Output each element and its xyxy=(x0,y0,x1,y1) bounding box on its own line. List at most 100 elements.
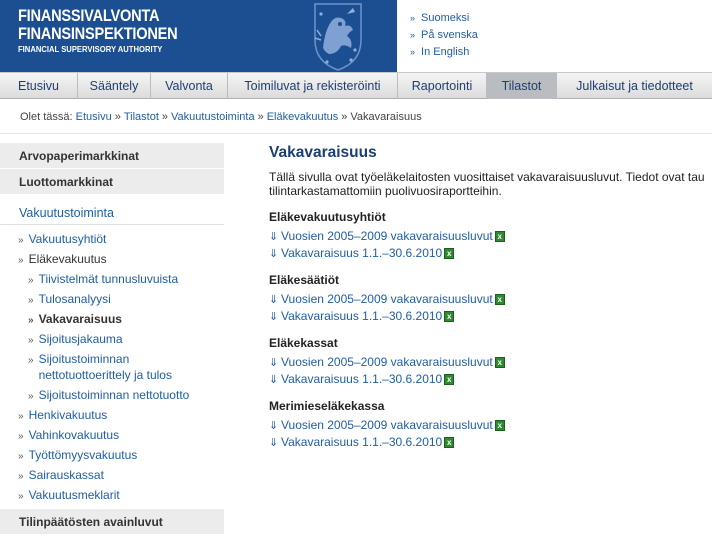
brand-banner[interactable]: FINANSSIVALVONTA FINANSINSPEKTIONEN FINA… xyxy=(0,0,397,72)
download-link-label: Vakavaraisuus 1.1.–30.6.2010 xyxy=(281,246,443,260)
breadcrumb-link-tilastot[interactable]: Tilastot xyxy=(124,111,159,123)
language-selector: » Suomeksi » På svenska » In English xyxy=(410,10,478,61)
nav-tab-saantely[interactable]: Sääntely xyxy=(78,73,151,99)
breadcrumb-link-etusivu[interactable]: Etusivu xyxy=(76,111,112,123)
download-link-label: Vuosien 2005–2009 vakavaraisuusluvut xyxy=(281,418,493,432)
download-arrow-icon: ⇓ xyxy=(269,420,279,432)
breadcrumb-separator: » xyxy=(341,111,348,123)
download-link[interactable]: ⇓ Vakavaraisuus 1.1.–30.6.2010 x xyxy=(269,434,712,451)
sidebar-section-arvopaperimarkkinat[interactable]: Arvopaperimarkkinat xyxy=(0,143,224,169)
lang-link-sv[interactable]: » På svenska xyxy=(410,27,478,44)
download-link[interactable]: ⇓ Vakavaraisuus 1.1.–30.6.2010 x xyxy=(269,371,712,388)
intro-line: tilintarkastamattomiin puolivuosiraportt… xyxy=(269,184,502,198)
download-link-label: Vakavaraisuus 1.1.–30.6.2010 xyxy=(281,372,443,386)
chevron-right-icon: » xyxy=(28,275,34,286)
sidebar-section-tilinpaatosten-avainluvut[interactable]: Tilinpäätösten avainluvut xyxy=(0,509,224,535)
intro-text: Tällä sivulla ovat työeläkelaitosten vuo… xyxy=(269,170,712,198)
nav-tab-etusivu[interactable]: Etusivu xyxy=(0,73,78,99)
sidebar-item-label: Vakavaraisuus xyxy=(38,312,122,326)
section-title: Merimieseläkekassa xyxy=(269,399,385,413)
sidebar-item-tulosanalyysi[interactable]: » Tulosanalyysi xyxy=(0,289,224,309)
sidebar-item-nettotuottoerittely[interactable]: » Sijoitustoiminnan nettotuottoerittely j… xyxy=(0,349,224,385)
chevron-right-icon: » xyxy=(28,391,34,402)
chevron-right-icon: » xyxy=(18,235,24,246)
excel-file-icon: x xyxy=(444,437,455,448)
chevron-right-icon: » xyxy=(28,295,34,306)
brand-logo-text: FINANSSIVALVONTA FINANSINSPEKTIONEN FINA… xyxy=(18,7,203,55)
download-link[interactable]: ⇓ Vakavaraisuus 1.1.–30.6.2010 x xyxy=(269,308,712,325)
chevron-right-icon: » xyxy=(18,431,24,442)
chevron-right-icon: » xyxy=(18,451,24,462)
chevron-right-icon: » xyxy=(28,315,34,326)
sidebar-item-sairauskassat[interactable]: » Sairauskassat xyxy=(0,465,224,485)
sidebar-item-vakuutusyhtiot[interactable]: » Vakuutusyhtiöt xyxy=(0,229,224,249)
brand-name-en: FINANCIAL SUPERVISORY AUTHORITY xyxy=(18,44,163,54)
sidebar-item-label: Eläkevakuutus xyxy=(28,252,107,266)
nav-tab-julkaisut[interactable]: Julkaisut ja tiedotteet xyxy=(557,73,712,99)
section-merimieselakekassa: Merimieseläkekassa ⇓ Vuosien 2005–2009 va… xyxy=(269,398,712,451)
brand-name-fi: FINANSSIVALVONTA xyxy=(18,6,160,25)
download-link[interactable]: ⇓ Vuosien 2005–2009 vakavaraisuusluvut x xyxy=(269,228,712,245)
download-link[interactable]: ⇓ Vuosien 2005–2009 vakavaraisuusluvut x xyxy=(269,354,712,371)
download-link-label: Vakavaraisuus 1.1.–30.6.2010 xyxy=(281,435,443,449)
download-link[interactable]: ⇓ Vakavaraisuus 1.1.–30.6.2010 x xyxy=(269,245,712,262)
download-link[interactable]: ⇓ Vuosien 2005–2009 vakavaraisuusluvut x xyxy=(269,417,712,434)
sidebar-item-label: Työttömyysvakuutus xyxy=(28,448,138,462)
sidebar-item-label: Sijoitustoiminnan nettotuottoerittely ja… xyxy=(38,352,172,382)
download-link-label: Vuosien 2005–2009 vakavaraisuusluvut xyxy=(281,292,493,306)
lang-link-en[interactable]: » In English xyxy=(410,44,478,61)
sidebar-heading-vakuutustoiminta[interactable]: Vakuutustoiminta xyxy=(0,201,224,225)
nav-tab-raportointi[interactable]: Raportointi xyxy=(398,73,487,99)
breadcrumb-link-vakuutustoiminta[interactable]: Vakuutustoiminta xyxy=(171,111,255,123)
excel-file-icon: x xyxy=(444,311,455,322)
breadcrumb-separator: » xyxy=(114,111,121,123)
sidebar-item-label: Henkivakuutus xyxy=(28,408,108,422)
nav-tab-tilastot[interactable]: Tilastot xyxy=(487,73,557,99)
breadcrumb-divider xyxy=(0,133,712,134)
breadcrumb-link-elakevakuutus[interactable]: Eläkevakuutus xyxy=(267,111,339,123)
chevron-right-icon: » xyxy=(28,355,34,366)
download-link-label: Vuosien 2005–2009 vakavaraisuusluvut xyxy=(281,355,493,369)
page-title: Vakavaraisuus xyxy=(269,144,377,161)
sidebar-item-tyottomyysvakuutus[interactable]: » Työttömyysvakuutus xyxy=(0,445,224,465)
sidebar-item-label: Tulosanalyysi xyxy=(38,292,111,306)
sidebar-item-sijoitusjakauma[interactable]: » Sijoitusjakauma xyxy=(0,329,224,349)
sidebar-item-label: Sijoitusjakauma xyxy=(38,332,123,346)
nav-tab-toimiluvat[interactable]: Toimiluvat ja rekisteröinti xyxy=(228,73,398,99)
download-arrow-icon: ⇓ xyxy=(269,231,279,243)
download-arrow-icon: ⇓ xyxy=(269,437,279,449)
sidebar-item-tiivistelmat[interactable]: » Tiivistelmät tunnusluvuista xyxy=(0,269,224,289)
sidebar-section-luottomarkkinat[interactable]: Luottomarkkinat xyxy=(0,169,224,195)
sidebar-item-elakevakuutus[interactable]: » Eläkevakuutus xyxy=(0,249,224,269)
sidebar-item-label: Vakuutusyhtiöt xyxy=(28,232,107,246)
main-navigation: Etusivu Sääntely Valvonta Toimiluvat ja … xyxy=(0,72,712,99)
intro-line: Tällä sivulla ovat työeläkelaitosten vuo… xyxy=(269,170,705,184)
chevron-right-icon: » xyxy=(410,13,416,23)
sidebar-item-nettotuotto[interactable]: » Sijoitustoiminnan nettotuotto xyxy=(0,385,224,405)
section-title: Eläkekassat xyxy=(269,336,338,350)
lang-label: Suomeksi xyxy=(421,12,470,24)
section-elakesaatiot: Eläkesäätiöt ⇓ Vuosien 2005–2009 vakavara… xyxy=(269,272,712,325)
breadcrumb-separator: » xyxy=(161,111,169,123)
section-elakekassat: Eläkekassat ⇓ Vuosien 2005–2009 vakavarai… xyxy=(269,335,712,388)
sidebar-item-vahinkovakuutus[interactable]: » Vahinkovakuutus xyxy=(0,425,224,445)
sidebar-item-vakuutusmeklarit[interactable]: » Vakuutusmeklarit xyxy=(0,485,224,505)
sidebar-item-label: Sijoitustoiminnan nettotuotto xyxy=(38,388,190,402)
sidebar-item-label: Sairauskassat xyxy=(28,468,104,482)
chevron-right-icon: » xyxy=(18,411,24,422)
download-arrow-icon: ⇓ xyxy=(269,357,279,369)
sidebar: Arvopaperimarkkinat Luottomarkkinat Vaku… xyxy=(0,143,224,535)
nav-tab-valvonta[interactable]: Valvonta xyxy=(151,73,228,99)
chevron-right-icon: » xyxy=(410,47,416,57)
excel-file-icon: x xyxy=(444,374,455,385)
lion-emblem-icon xyxy=(314,3,362,71)
download-link[interactable]: ⇓ Vuosien 2005–2009 vakavaraisuusluvut x xyxy=(269,291,712,308)
download-link-label: Vuosien 2005–2009 vakavaraisuusluvut xyxy=(281,229,493,243)
sidebar-item-label: Tiivistelmät tunnusluvuista xyxy=(38,272,179,286)
chevron-right-icon: » xyxy=(18,471,24,482)
sidebar-item-henkivakuutus[interactable]: » Henkivakuutus xyxy=(0,405,224,425)
sidebar-item-vakavaraisuus[interactable]: » Vakavaraisuus xyxy=(0,309,224,329)
sidebar-item-label: Vahinkovakuutus xyxy=(28,428,120,442)
lang-link-fi[interactable]: » Suomeksi xyxy=(410,10,478,27)
sidebar-item-label: Vakuutusmeklarit xyxy=(28,488,120,502)
